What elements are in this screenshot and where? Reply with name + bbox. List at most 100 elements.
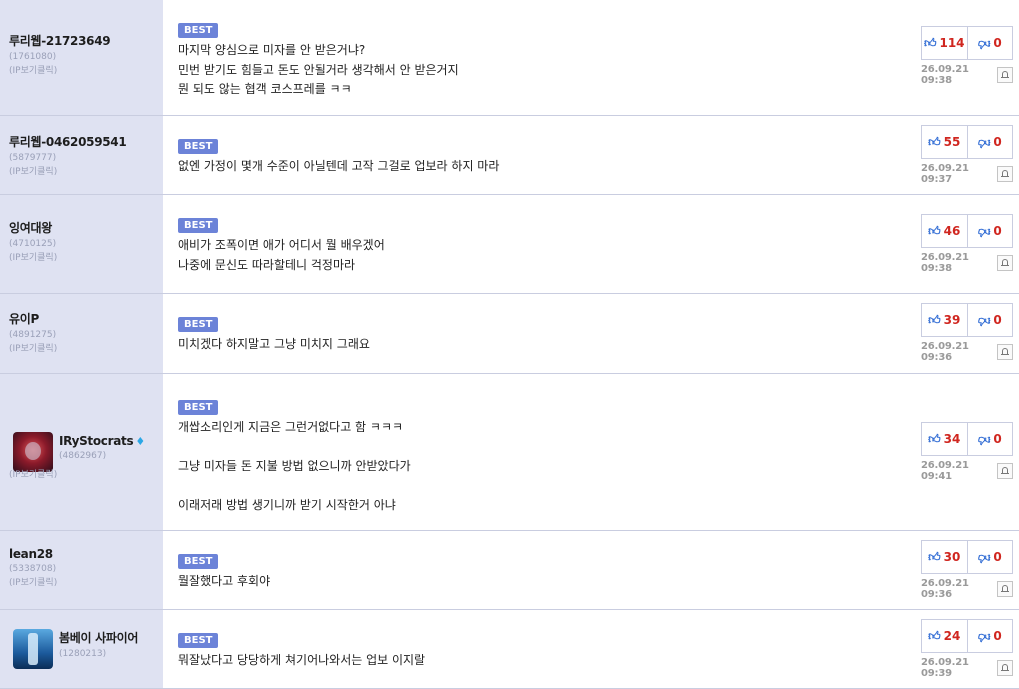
comment-row: 유이P (4891275) (IP보기클릭) BEST 미치겠다 하지말고 그냥… [0, 294, 1019, 374]
downvote-count: 0 [993, 36, 1002, 50]
username[interactable]: 루리웹-21723649 [9, 32, 163, 49]
upvote-button[interactable]: 👍︎ 114 [922, 27, 967, 59]
vote-panel: 👍︎ 114 👍︎ 0 26.09.21 09:38 [921, 26, 1016, 86]
comment-list: 루리웹-21723649 (1761080) (IP보기클릭) BEST 마지막… [0, 0, 1019, 689]
comment-text-line: 이래저래 방법 생기니까 받기 시작한거 아냐 [178, 498, 396, 512]
user-avatar[interactable] [13, 629, 53, 669]
comment-author: IRyStocrats ♦ (4862967) (IP보기클릭) [0, 374, 163, 530]
bell-icon [1001, 259, 1009, 267]
downvote-button[interactable]: 👍︎ 0 [966, 423, 1013, 455]
upvote-count: 39 [943, 313, 961, 327]
report-button[interactable] [997, 166, 1013, 182]
comment-date: 26.09.21 09:38 [921, 252, 969, 274]
downvote-count: 0 [993, 629, 1002, 643]
upvote-count: 34 [943, 432, 961, 446]
thumbs-down-icon: 👍︎ [977, 135, 991, 150]
best-badge: BEST [178, 23, 219, 38]
bell-icon [1001, 170, 1009, 178]
downvote-button[interactable]: 👍︎ 0 [966, 541, 1013, 573]
report-button[interactable] [997, 67, 1013, 83]
downvote-button[interactable]: 👍︎ 0 [966, 304, 1013, 336]
user-id: (5879777) [9, 153, 57, 163]
downvote-count: 0 [993, 313, 1002, 327]
downvote-button[interactable]: 👍︎ 0 [966, 215, 1013, 247]
best-badge: BEST [178, 554, 219, 569]
comment-text-line: 개쌉소리인게 지금은 그런거없다고 함 ㅋㅋㅋ [178, 420, 404, 434]
report-button[interactable] [997, 581, 1013, 597]
comment-row: 봄베이 사파이어 (1280213) BEST 뭐잘났다고 당당하게 쳐기어나와… [0, 610, 1019, 689]
vote-panel: 👍︎ 39 👍︎ 0 26.09.21 09:36 [921, 303, 1016, 363]
comment-date: 26.09.21 09:36 [921, 341, 969, 363]
comment-author: lean28 (5338708) (IP보기클릭) [0, 531, 163, 609]
thumbs-up-icon: 👍︎ [928, 134, 941, 149]
ip-view-link[interactable]: (IP보기클릭) [9, 576, 163, 590]
thumbs-down-icon: 👍︎ [977, 629, 991, 644]
best-badge: BEST [178, 633, 219, 648]
upvote-button[interactable]: 👍︎ 46 [922, 215, 967, 247]
ip-view-link[interactable]: (IP보기클릭) [9, 64, 163, 78]
report-button[interactable] [997, 660, 1013, 676]
user-id: (1761080) [9, 52, 57, 62]
upvote-button[interactable]: 👍︎ 34 [922, 423, 967, 455]
comment-text-line: 미치겠다 하지말고 그냥 미치지 그래요 [178, 337, 370, 351]
upvote-button[interactable]: 👍︎ 39 [922, 304, 967, 336]
downvote-button[interactable]: 👍︎ 0 [966, 126, 1013, 158]
comment-author: 루리웹-0462059541 (5879777) (IP보기클릭) [0, 116, 163, 194]
comment-text-line: 애비가 조폭이면 애가 어디서 뭘 배우겠어 [178, 238, 385, 252]
user-id: (1280213) [59, 649, 107, 659]
username[interactable]: lean28 [9, 547, 163, 561]
username[interactable]: 유이P [9, 310, 163, 327]
ip-view-link[interactable]: (IP보기클릭) [9, 251, 163, 265]
upvote-button[interactable]: 👍︎ 24 [922, 620, 967, 652]
comment-row: IRyStocrats ♦ (4862967) (IP보기클릭) BEST 개쌉소… [0, 374, 1019, 531]
ip-view-link[interactable]: (IP보기클릭) [9, 342, 163, 356]
comment-date: 26.09.21 09:41 [921, 460, 969, 482]
report-button[interactable] [997, 344, 1013, 360]
comment-text-line: 마지막 양심으로 미자를 안 받은거냐? [178, 43, 366, 57]
user-id: (5338708) [9, 564, 57, 574]
thumbs-up-icon: 👍︎ [923, 35, 937, 50]
comment-body: BEST 애비가 조폭이면 애가 어디서 뭘 배우겠어 나중에 문신도 따라할테… [163, 195, 1019, 293]
vote-panel: 👍︎ 55 👍︎ 0 26.09.21 09:37 [921, 125, 1016, 185]
upvote-count: 24 [943, 629, 961, 643]
upvote-count: 30 [943, 550, 961, 564]
thumbs-up-icon: 👍︎ [928, 549, 941, 564]
upvote-count: 46 [943, 224, 961, 238]
downvote-count: 0 [993, 224, 1002, 238]
comment-text-line: 없엔 가정이 몇개 수준이 아닐텐데 고작 그걸로 업보라 하지 마라 [178, 159, 500, 173]
bell-icon [1001, 71, 1009, 79]
comment-text-line: 뭘잘했다고 후회야 [178, 574, 271, 588]
upvote-button[interactable]: 👍︎ 30 [922, 541, 967, 573]
downvote-count: 0 [993, 135, 1002, 149]
upvote-button[interactable]: 👍︎ 55 [922, 126, 967, 158]
ip-view-link[interactable]: (IP보기클릭) [9, 165, 163, 179]
comment-date: 26.09.21 09:37 [921, 163, 969, 185]
thumbs-down-icon: 👍︎ [977, 313, 991, 328]
thumbs-up-icon: 👍︎ [928, 628, 941, 643]
best-badge: BEST [178, 400, 219, 415]
downvote-count: 0 [993, 550, 1002, 564]
username[interactable]: 루리웹-0462059541 [9, 133, 163, 150]
user-id: (4710125) [9, 239, 57, 249]
bell-icon [1001, 585, 1009, 593]
ip-view-link[interactable]: (IP보기클릭) [9, 468, 57, 482]
report-button[interactable] [997, 255, 1013, 271]
comment-text-line: 민번 받기도 힘들고 돈도 안될거라 생각해서 안 받은거지 [178, 62, 459, 77]
comment-author: 봄베이 사파이어 (1280213) [0, 610, 163, 688]
best-badge: BEST [178, 218, 219, 233]
username[interactable]: 잉여대왕 [9, 219, 163, 236]
comment-text-line: 뭔 되도 않는 협객 코스프레를 ㅋㅋ [178, 82, 352, 96]
vote-panel: 👍︎ 34 👍︎ 0 26.09.21 09:41 [921, 422, 1016, 482]
bell-icon [1001, 348, 1009, 356]
downvote-button[interactable]: 👍︎ 0 [966, 27, 1013, 59]
username[interactable]: IRyStocrats [59, 434, 134, 448]
user-id: (4891275) [9, 330, 57, 340]
comment-date: 26.09.21 09:39 [921, 657, 969, 679]
username[interactable]: 봄베이 사파이어 [59, 629, 138, 646]
upvote-count: 55 [943, 135, 961, 149]
downvote-button[interactable]: 👍︎ 0 [966, 620, 1013, 652]
user-avatar[interactable] [13, 432, 53, 472]
comment-body: BEST 미치겠다 하지말고 그냥 미치지 그래요 [163, 294, 1019, 373]
thumbs-down-icon: 👍︎ [977, 550, 991, 565]
report-button[interactable] [997, 463, 1013, 479]
